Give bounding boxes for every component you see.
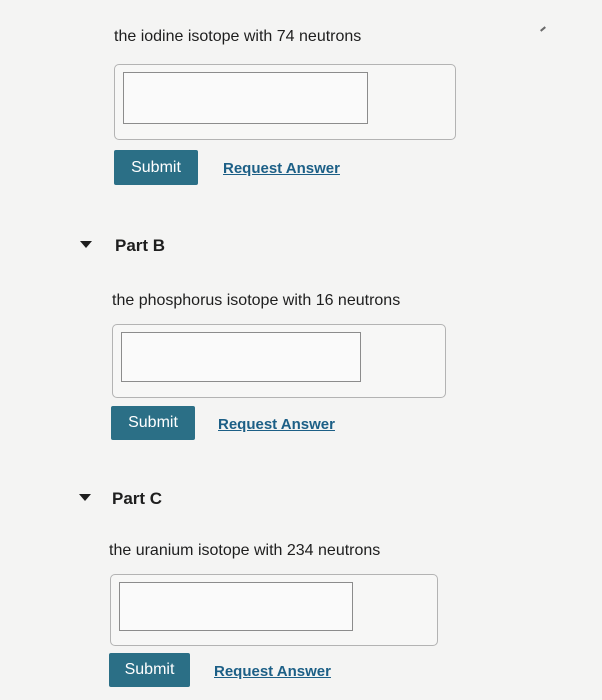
part-c-request-answer-link[interactable]: Request Answer	[214, 663, 331, 680]
part-c-title[interactable]: Part C	[112, 489, 162, 509]
part-b-request-answer-link[interactable]: Request Answer	[218, 416, 335, 433]
caret-down-icon[interactable]	[80, 241, 92, 248]
part-a-request-answer-link[interactable]: Request Answer	[223, 160, 340, 177]
part-b-prompt: the phosphorus isotope with 16 neutrons	[112, 292, 401, 309]
part-a-answer-input[interactable]	[123, 72, 368, 124]
part-c-prompt: the uranium isotope with 234 neutrons	[109, 542, 381, 559]
part-b-answer-input[interactable]	[121, 332, 361, 382]
part-c-submit-button[interactable]: Submit	[109, 653, 190, 687]
part-a-prompt: the iodine isotope with 74 neutrons	[114, 28, 362, 45]
part-a-answer-box	[114, 64, 456, 140]
caret-down-icon[interactable]	[79, 494, 91, 501]
part-a-submit-button[interactable]: Submit	[114, 150, 198, 185]
part-b-title[interactable]: Part B	[115, 236, 165, 256]
part-b-submit-button[interactable]: Submit	[111, 406, 195, 440]
part-c-answer-input[interactable]	[119, 582, 353, 631]
corner-mark-icon	[540, 26, 546, 32]
part-b-answer-box	[112, 324, 446, 398]
part-c-answer-box	[110, 574, 438, 646]
